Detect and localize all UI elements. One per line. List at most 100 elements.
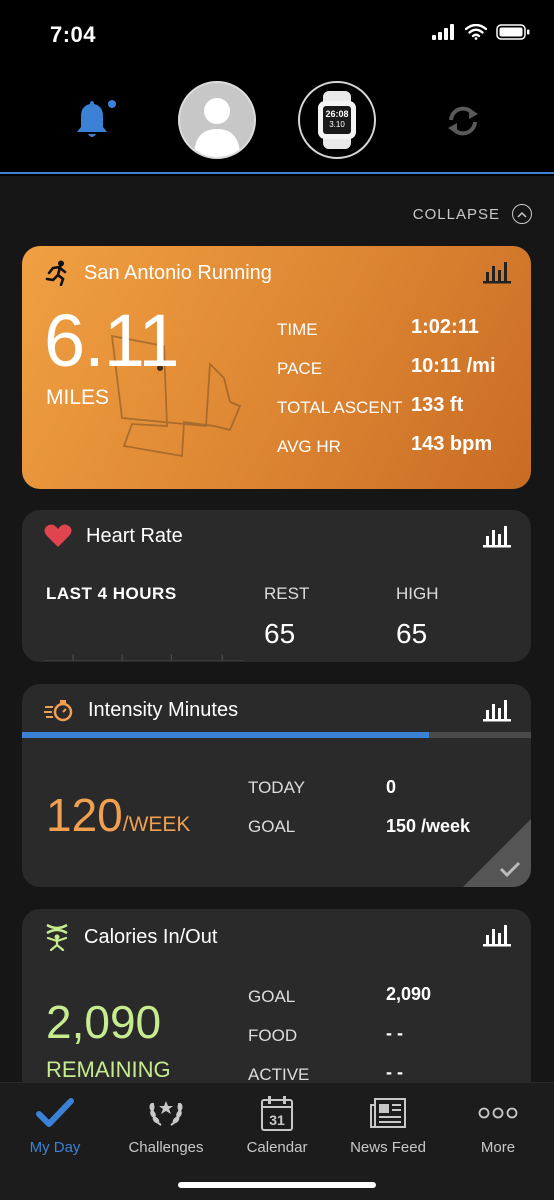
calories-values: 2,090 - - - - — [386, 975, 431, 1082]
stat-value: 133 ft — [411, 394, 464, 416]
device-button[interactable]: 26:08 3.10 — [298, 81, 376, 159]
my-day-content: COLLAPSE San Antonio Running 6.11 MILES — [0, 176, 554, 1082]
heart-icon — [44, 524, 72, 547]
newspaper-icon — [370, 1098, 406, 1128]
watch-face-line1: 26:08 — [325, 109, 348, 119]
calendar-icon: 31 — [261, 1096, 293, 1131]
under-armour-icon — [46, 923, 68, 951]
resting-hr-label: REST — [264, 584, 310, 603]
activity-stat-labels: TIME PACE TOTAL ASCENT AVG HR — [277, 310, 402, 466]
tab-label: Calendar — [246, 1139, 308, 1156]
tab-label: News Feed — [350, 1139, 426, 1156]
high-hr: HIGH 65 — [396, 584, 439, 650]
stat-label: TIME — [277, 320, 318, 339]
resting-hr-value: 65 — [264, 618, 296, 649]
running-icon — [45, 260, 67, 286]
stat-value: 10:11 /mi — [411, 355, 496, 377]
home-indicator — [178, 1182, 376, 1188]
calories-row-label: ACTIVE — [248, 1065, 310, 1082]
intensity-card-header: Intensity Minutes — [44, 698, 238, 722]
tab-calendar[interactable]: 31 Calendar — [222, 1093, 332, 1156]
activity-card-header: San Antonio Running — [44, 260, 272, 286]
signal-icon — [432, 24, 454, 40]
tab-label: Challenges — [128, 1139, 204, 1156]
more-icon — [478, 1107, 518, 1119]
intensity-weekly-value: 120/WEEK — [46, 788, 190, 842]
notifications-button[interactable] — [72, 100, 118, 147]
tab-my-day[interactable]: My Day — [0, 1093, 110, 1156]
high-hr-label: HIGH — [396, 584, 439, 603]
stopwatch-icon — [44, 700, 73, 722]
calories-title: Calories In/Out — [84, 925, 218, 948]
profile-avatar[interactable] — [178, 81, 256, 159]
activity-title: San Antonio Running — [84, 261, 272, 284]
laurel-icon — [149, 1101, 183, 1126]
intensity-progress-fill — [22, 732, 430, 738]
collapse-button[interactable]: COLLAPSE — [413, 204, 532, 224]
check-icon — [36, 1098, 74, 1127]
watch-face-line2: 3.10 — [329, 120, 345, 129]
goal-check-corner — [463, 819, 531, 887]
high-hr-value: 65 — [396, 618, 428, 649]
stat-value: 143 bpm — [411, 433, 493, 455]
intensity-progress-bar — [22, 732, 531, 738]
bell-icon — [77, 100, 116, 137]
calories-row-value: - - — [386, 1023, 403, 1043]
tab-more[interactable]: More — [443, 1093, 553, 1156]
person-icon — [194, 98, 240, 157]
calories-card-header: Calories In/Out — [44, 923, 217, 951]
calories-remaining-value: 2,090 — [46, 996, 162, 1048]
top-bar: 26:08 3.10 — [0, 70, 554, 174]
activity-card[interactable]: San Antonio Running 6.11 MILES TIME PACE… — [22, 246, 531, 489]
intensity-row-label: GOAL — [248, 817, 296, 836]
sync-icon — [448, 106, 478, 136]
tab-label: More — [480, 1139, 516, 1156]
status-bar: 7:04 — [0, 0, 554, 70]
bar-chart-icon[interactable] — [483, 260, 511, 284]
heart-rate-card[interactable]: Heart Rate LAST 4 HOURS REST 65 HIGH 65 — [22, 510, 531, 662]
distance-value: 6.11 — [44, 299, 180, 382]
tab-label: My Day — [29, 1139, 81, 1156]
intensity-minutes-card[interactable]: Intensity Minutes 120/WEEK TODAY GOAL 0 … — [22, 684, 531, 887]
stat-label: TOTAL ASCENT — [277, 398, 403, 417]
activity-stat-values: 1:02:11 10:11 /mi 133 ft 143 bpm — [411, 308, 496, 464]
stat-value: 1:02:11 — [411, 316, 479, 338]
calories-row-label: FOOD — [248, 1026, 298, 1045]
heart-rate-axis — [44, 654, 244, 661]
sync-button[interactable] — [444, 104, 482, 143]
status-icons — [432, 24, 530, 40]
intensity-values: 0 150 /week — [386, 768, 470, 846]
intensity-row-value: 0 — [386, 777, 397, 797]
heart-rate-card-header: Heart Rate — [44, 524, 183, 548]
bar-chart-icon[interactable] — [483, 524, 511, 548]
intensity-row-value: 150 /week — [386, 816, 471, 836]
intensity-value-unit: /WEEK — [122, 813, 191, 836]
intensity-value-number: 120 — [46, 789, 123, 841]
distance-unit: MILES — [46, 386, 110, 409]
chevron-up-icon — [512, 204, 532, 224]
stat-label: AVG HR — [277, 437, 341, 456]
bar-chart-icon[interactable] — [483, 698, 511, 722]
tab-challenges[interactable]: Challenges — [111, 1093, 221, 1156]
bar-chart-icon[interactable] — [483, 923, 511, 947]
intensity-row-label: TODAY — [248, 778, 305, 797]
stat-label: PACE — [277, 359, 323, 378]
calories-row-label: GOAL — [248, 987, 296, 1006]
watch-icon: 26:08 3.10 — [318, 91, 356, 149]
tab-news-feed[interactable]: News Feed — [333, 1093, 443, 1156]
intensity-title: Intensity Minutes — [88, 698, 239, 721]
calories-row-value: - - — [386, 1062, 403, 1082]
collapse-label: COLLAPSE — [412, 205, 500, 223]
heart-rate-period: LAST 4 HOURS — [46, 584, 177, 603]
calories-labels: GOAL FOOD ACTIVE — [248, 977, 309, 1082]
status-time: 7:04 — [50, 22, 97, 47]
resting-hr: REST 65 — [264, 584, 309, 650]
heart-rate-title: Heart Rate — [86, 524, 183, 547]
calendar-day: 31 — [269, 1112, 285, 1128]
wifi-icon — [465, 24, 487, 40]
intensity-labels: TODAY GOAL — [248, 768, 305, 846]
calories-remaining-label: REMAINING — [46, 1057, 171, 1082]
battery-icon — [496, 24, 530, 40]
calories-row-value: 2,090 — [386, 984, 432, 1004]
calories-card[interactable]: Calories In/Out 2,090 REMAINING GOAL FOO… — [22, 909, 531, 1082]
